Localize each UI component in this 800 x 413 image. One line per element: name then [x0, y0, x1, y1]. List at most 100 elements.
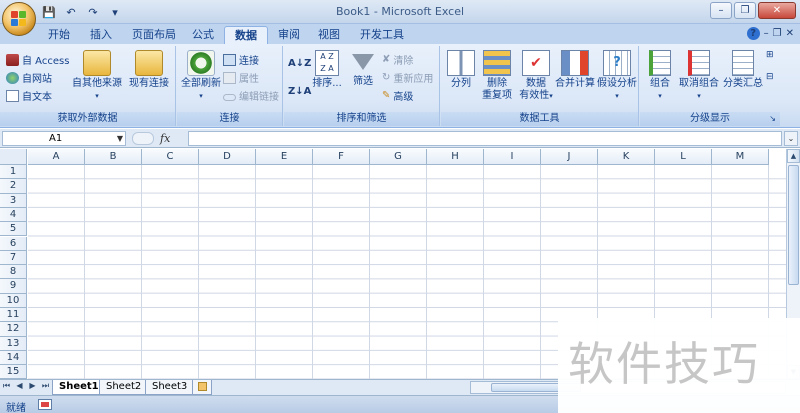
filter-button[interactable]: 筛选 [346, 48, 380, 88]
refresh-all-button[interactable]: 全部刷新 ▾ [179, 48, 223, 102]
column-header[interactable]: E [256, 149, 313, 165]
column-header[interactable]: F [313, 149, 370, 165]
column-header[interactable]: M [712, 149, 769, 165]
scroll-up-icon[interactable]: ▲ [787, 149, 800, 163]
select-all-corner[interactable] [0, 149, 27, 165]
existing-connections-button[interactable]: 现有连接 [126, 48, 172, 90]
tab-view[interactable]: 视图 [308, 26, 350, 44]
tab-home[interactable]: 开始 [38, 26, 80, 44]
sort-button[interactable]: A ZZ A 排序... [308, 48, 346, 90]
ungroup-button[interactable]: 取消组合 ▾ [676, 48, 722, 102]
expand-formula-bar-icon[interactable]: ⌄ [784, 131, 798, 146]
connections-button[interactable]: 连接 [223, 52, 259, 67]
restore-button[interactable]: ❐ [734, 2, 756, 19]
data-validation-icon: ✔ [522, 50, 550, 76]
row-header[interactable]: 6 [0, 236, 27, 251]
ribbon-restore-icon[interactable]: ❐ [773, 28, 782, 39]
tab-page-layout[interactable]: 页面布局 [122, 26, 186, 44]
row-header[interactable]: 10 [0, 293, 27, 308]
tab-formulas[interactable]: 公式 [182, 26, 224, 44]
sheet-tab-sheet1[interactable]: Sheet1 [52, 380, 106, 395]
last-sheet-icon[interactable]: ⏭ [41, 381, 50, 391]
row-header[interactable]: 12 [0, 322, 27, 337]
show-detail-button[interactable]: ⊞ [766, 50, 774, 60]
group-rows-icon [649, 50, 671, 76]
properties-button[interactable]: 属性 [223, 70, 259, 85]
consolidate-button[interactable]: 合并计算 [553, 48, 597, 90]
column-header[interactable]: G [370, 149, 427, 165]
prev-sheet-icon[interactable]: ◀ [15, 381, 24, 391]
reapply-button[interactable]: ↻ 重新应用 [382, 70, 433, 85]
column-header[interactable]: J [541, 149, 598, 165]
name-box-dropdown-icon[interactable]: ▼ [117, 132, 123, 145]
ribbon-minimize-icon[interactable]: – [764, 28, 769, 39]
vertical-scroll-thumb[interactable] [788, 165, 799, 285]
row-header[interactable]: 9 [0, 279, 27, 294]
column-header[interactable]: B [85, 149, 142, 165]
row-header[interactable]: 2 [0, 179, 27, 194]
data-validation-button[interactable]: ✔ 数据 有效性▾ [515, 48, 557, 102]
web-icon [6, 71, 19, 84]
sheet-tab-sheet3[interactable]: Sheet3 [145, 380, 195, 395]
next-sheet-icon[interactable]: ▶ [28, 381, 37, 391]
help-icon[interactable]: ? [746, 27, 760, 40]
text-file-icon [6, 89, 19, 102]
ribbon-close-icon[interactable]: ✕ [786, 28, 794, 39]
hide-detail-button[interactable]: ⊟ [766, 72, 774, 82]
formula-input[interactable] [188, 131, 782, 146]
row-header[interactable]: 7 [0, 250, 27, 266]
from-access-button[interactable]: 自 Access [6, 52, 69, 67]
remove-duplicates-button[interactable]: 删除 重复项 [477, 48, 517, 102]
name-box[interactable]: A1 ▼ [2, 131, 126, 146]
column-header[interactable]: C [142, 149, 199, 165]
insert-sheet-icon [198, 382, 207, 391]
from-other-sources-button[interactable]: 自其他来源 ▾ [72, 48, 122, 102]
what-if-analysis-button[interactable]: ? 假设分析 ▾ [595, 48, 639, 102]
insert-sheet-button[interactable] [192, 380, 212, 395]
clear-filter-button[interactable]: ✘ 清除 [382, 52, 413, 67]
consolidate-icon [561, 50, 589, 76]
first-sheet-icon[interactable]: ⏮ [2, 381, 11, 391]
row-header[interactable]: 15 [0, 365, 27, 379]
row-header[interactable]: 4 [0, 207, 27, 223]
sheet-tab-sheet2[interactable]: Sheet2 [99, 380, 149, 395]
dialog-launcher-icon[interactable]: ↘ [769, 112, 776, 126]
group-button[interactable]: 组合 ▾ [640, 48, 680, 102]
row-header[interactable]: 14 [0, 350, 27, 366]
close-button[interactable]: ✕ [758, 2, 796, 19]
row-header[interactable]: 8 [0, 265, 27, 280]
column-header[interactable]: D [199, 149, 256, 165]
column-header[interactable]: L [655, 149, 712, 165]
database-icon [83, 50, 111, 76]
what-if-analysis-icon: ? [603, 50, 631, 76]
reapply-icon: ↻ [382, 72, 391, 83]
text-to-columns-button[interactable]: 分列 [441, 48, 481, 90]
row-header[interactable]: 5 [0, 222, 27, 237]
advanced-filter-button[interactable]: ✎ 高级 [382, 88, 413, 103]
column-header[interactable]: K [598, 149, 655, 165]
window-title: Book1 - Microsoft Excel [335, 5, 465, 18]
watermark: 软件技巧 [558, 318, 800, 413]
column-header[interactable]: I [484, 149, 541, 165]
watermark-text: 软件技巧 [568, 337, 760, 391]
minimize-button[interactable]: – [710, 2, 732, 19]
title-bar: 💾 ↶ ↷ ▾ Book1 - Microsoft Excel – ❐ ✕ [0, 0, 800, 24]
macro-record-icon[interactable] [38, 399, 52, 410]
tab-developer[interactable]: 开发工具 [350, 26, 414, 44]
insert-function-icon[interactable]: fx [160, 132, 170, 145]
from-text-button[interactable]: 自文本 [6, 88, 52, 103]
group-data-tools: 分列 删除 重复项 ✔ 数据 有效性▾ 合并计算 ? 假设分析 ▾ 数据工具 [441, 46, 639, 126]
tab-review[interactable]: 审阅 [268, 26, 310, 44]
row-header[interactable]: 11 [0, 308, 27, 323]
edit-links-button[interactable]: 编辑链接 [223, 88, 279, 103]
row-header[interactable]: 1 [0, 165, 27, 180]
row-header[interactable]: 3 [0, 193, 27, 208]
row-header[interactable]: 13 [0, 336, 27, 351]
from-web-button[interactable]: 自网站 [6, 70, 52, 85]
column-header[interactable]: A [28, 149, 85, 165]
tab-data[interactable]: 数据 [224, 26, 268, 44]
column-header[interactable]: H [427, 149, 484, 165]
office-button[interactable] [2, 2, 36, 36]
tab-insert[interactable]: 插入 [80, 26, 122, 44]
subtotal-button[interactable]: 分类汇总 [720, 48, 766, 90]
